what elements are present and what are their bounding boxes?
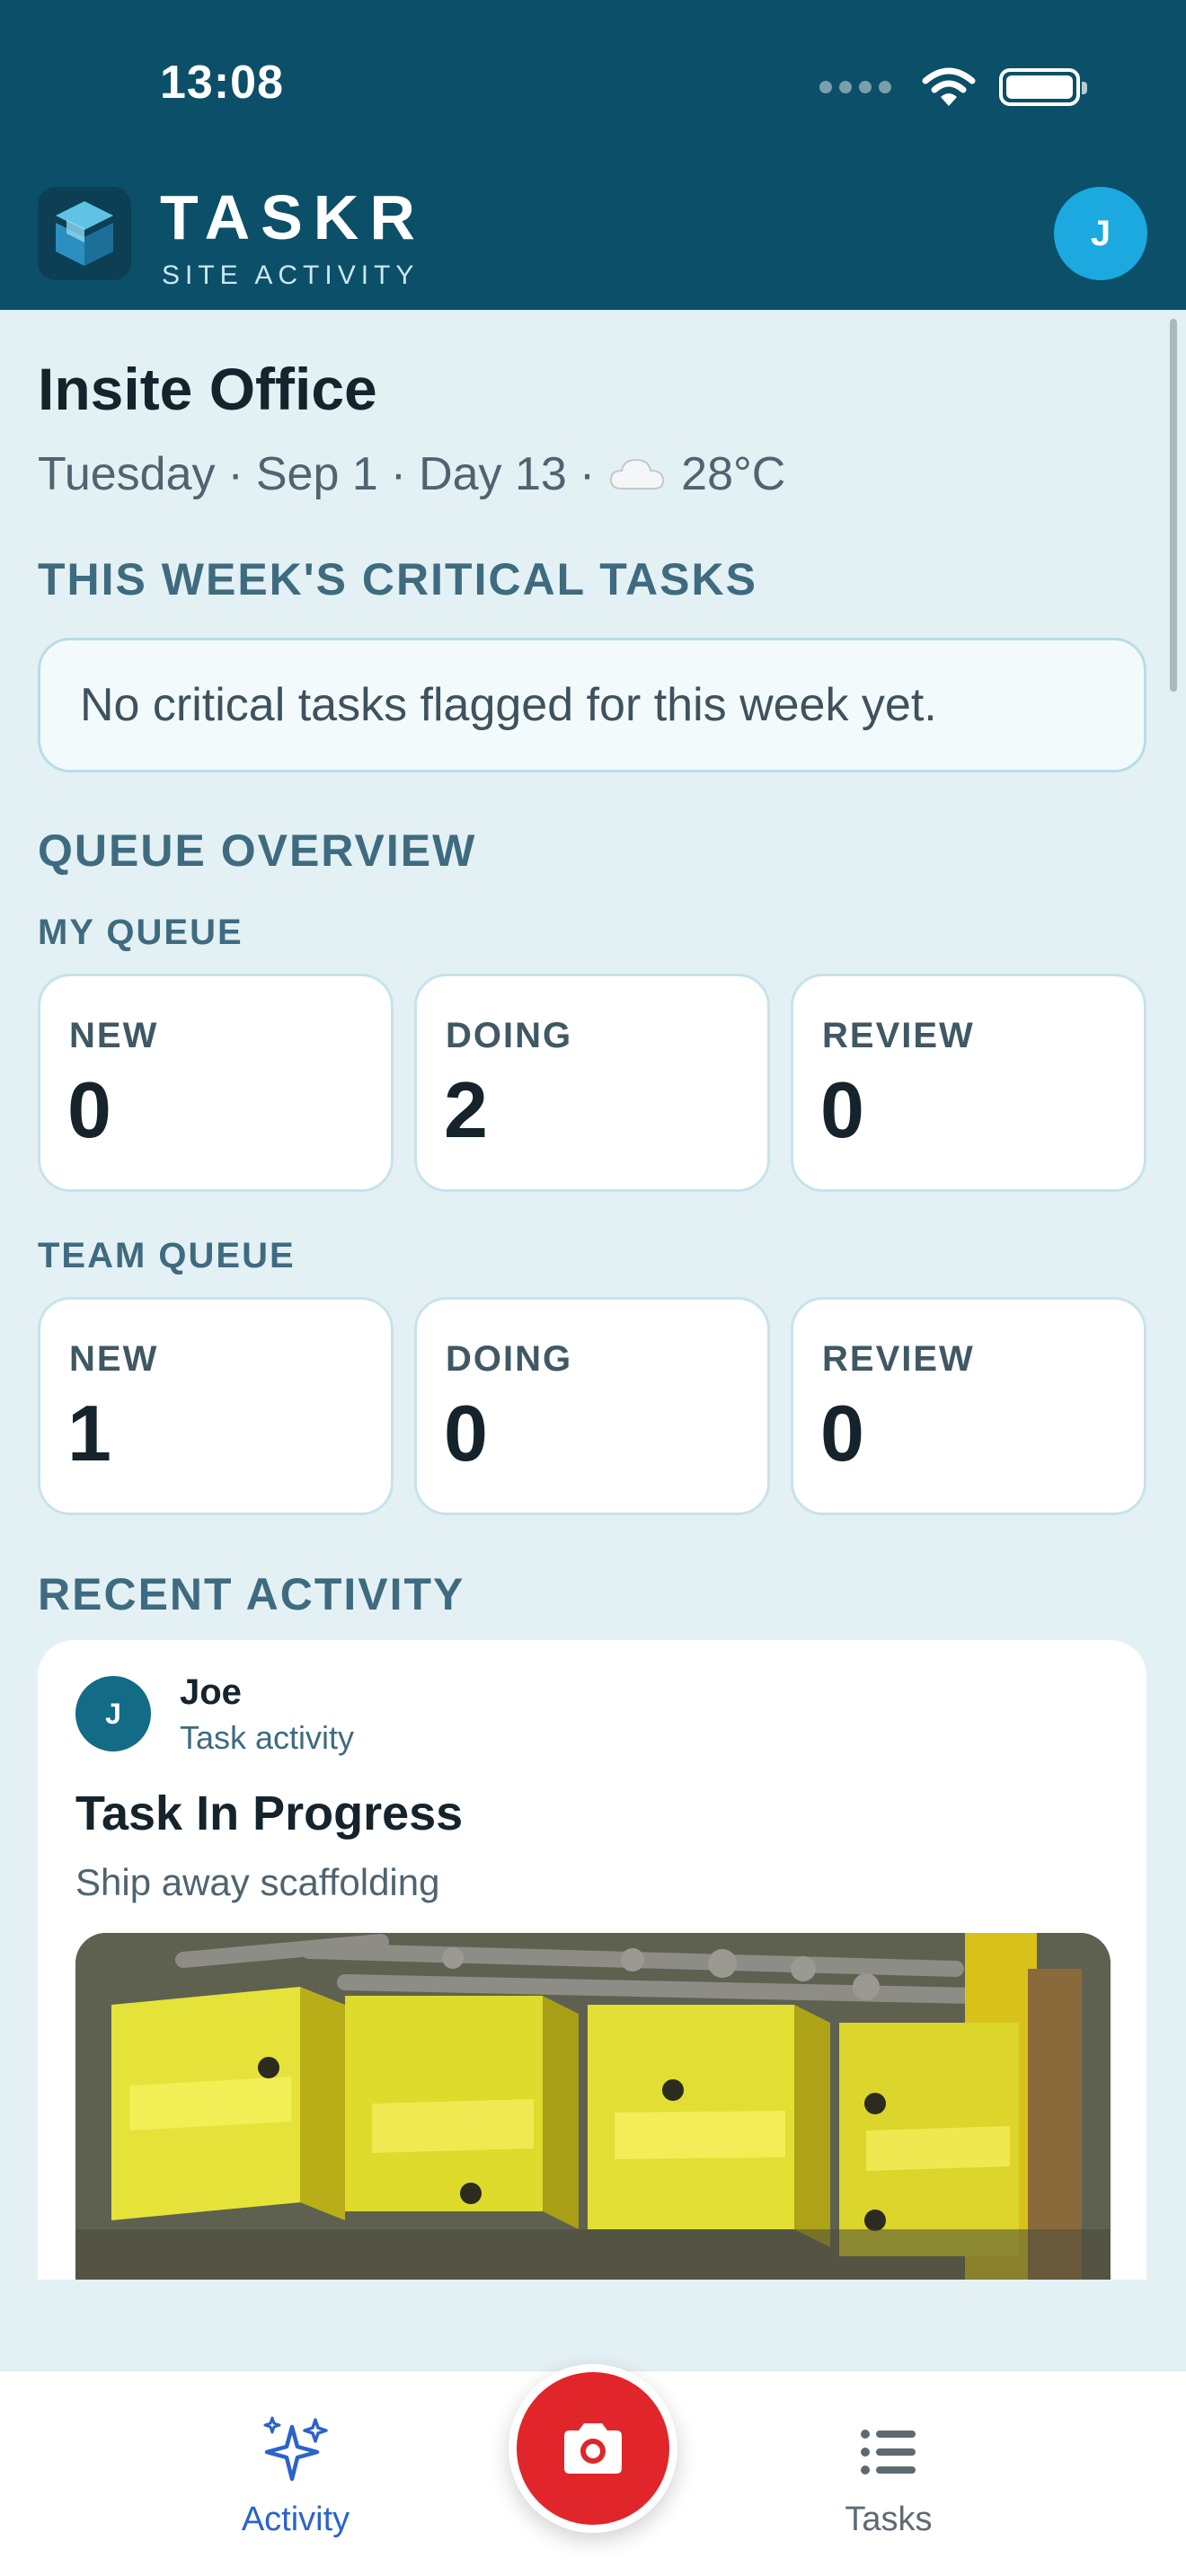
status-icons	[819, 65, 1087, 110]
stat-label: DOING	[446, 1339, 573, 1379]
brand-name: TASKR	[160, 182, 426, 252]
team-queue-new-card[interactable]: NEW 1	[38, 1297, 394, 1515]
critical-tasks-empty-state: No critical tasks flagged for this week …	[38, 638, 1146, 772]
activity-kind: Task activity	[180, 1719, 355, 1756]
activity-description: Ship away scaffolding	[75, 1861, 440, 1903]
stat-value: 1	[67, 1389, 111, 1478]
camera-icon	[564, 2423, 622, 2474]
nav-activity-label: Activity	[241, 2501, 350, 2538]
scaffolding-photo	[75, 1933, 1111, 2280]
stat-value: 0	[820, 1065, 864, 1154]
site-date: Sep 1	[255, 448, 378, 500]
site-meta: Tuesday · Sep 1 · Day 13 · 28°C	[38, 447, 785, 501]
team-queue-label: TEAM QUEUE	[38, 1236, 296, 1275]
site-day-count: Day 13	[419, 448, 567, 500]
user-avatar-button[interactable]: J	[1054, 187, 1147, 280]
activity-user-avatar: J	[75, 1676, 151, 1751]
logo-cube-icon	[56, 201, 113, 266]
list-icon	[861, 2430, 916, 2475]
my-queue-label: MY QUEUE	[38, 913, 243, 952]
team-queue-review-card[interactable]: REVIEW 0	[791, 1297, 1146, 1515]
stat-label: NEW	[69, 1339, 159, 1379]
meta-separator: ·	[579, 448, 596, 500]
meta-separator: ·	[227, 448, 243, 500]
app-screen: 13:08 TASKR SITE ACTIVITY J Insite Offic…	[0, 0, 1186, 2576]
site-title: Insite Office	[38, 356, 377, 422]
site-temperature: 28°C	[681, 448, 786, 500]
stat-value: 0	[444, 1389, 488, 1478]
brand-subtitle: SITE ACTIVITY	[162, 260, 420, 290]
stat-value: 2	[444, 1065, 488, 1154]
wifi-icon	[922, 67, 976, 106]
activity-title: Task In Progress	[75, 1786, 464, 1840]
team-queue-doing-card[interactable]: DOING 0	[414, 1297, 770, 1515]
stat-label: REVIEW	[822, 1016, 975, 1055]
camera-capture-button[interactable]	[509, 2364, 677, 2533]
stat-label: DOING	[446, 1016, 573, 1055]
nav-activity-tab[interactable]: Activity	[197, 2416, 394, 2539]
activity-photo[interactable]	[75, 1933, 1111, 2280]
my-queue-new-card[interactable]: NEW 0	[38, 974, 394, 1192]
cellular-signal-icon	[819, 81, 891, 93]
activity-card[interactable]: J Joe Task activity Task In Progress Shi…	[38, 1640, 1146, 2280]
my-queue-review-card[interactable]: REVIEW 0	[791, 974, 1146, 1192]
meta-separator: ·	[390, 448, 407, 500]
site-day: Tuesday	[38, 448, 216, 500]
stat-label: NEW	[69, 1016, 159, 1055]
stat-value: 0	[67, 1065, 111, 1154]
my-queue-doing-card[interactable]: DOING 2	[414, 974, 770, 1192]
cloud-icon	[610, 458, 665, 490]
taskr-logo	[38, 187, 131, 280]
critical-tasks-heading: THIS WEEK'S CRITICAL TASKS	[38, 554, 757, 604]
battery-icon	[999, 68, 1087, 106]
status-time: 13:08	[160, 57, 284, 109]
activity-user-name: Joe	[180, 1672, 242, 1712]
nav-tasks-tab[interactable]: Tasks	[790, 2416, 987, 2539]
stat-label: REVIEW	[822, 1339, 975, 1379]
nav-tasks-label: Tasks	[845, 2501, 933, 2538]
stat-value: 0	[820, 1389, 864, 1478]
recent-activity-heading: RECENT ACTIVITY	[38, 1569, 465, 1619]
scrollbar[interactable]	[1170, 319, 1177, 692]
app-header: 13:08 TASKR SITE ACTIVITY J	[0, 0, 1186, 310]
sparkles-icon	[263, 2416, 328, 2482]
queue-overview-heading: QUEUE OVERVIEW	[38, 825, 477, 876]
